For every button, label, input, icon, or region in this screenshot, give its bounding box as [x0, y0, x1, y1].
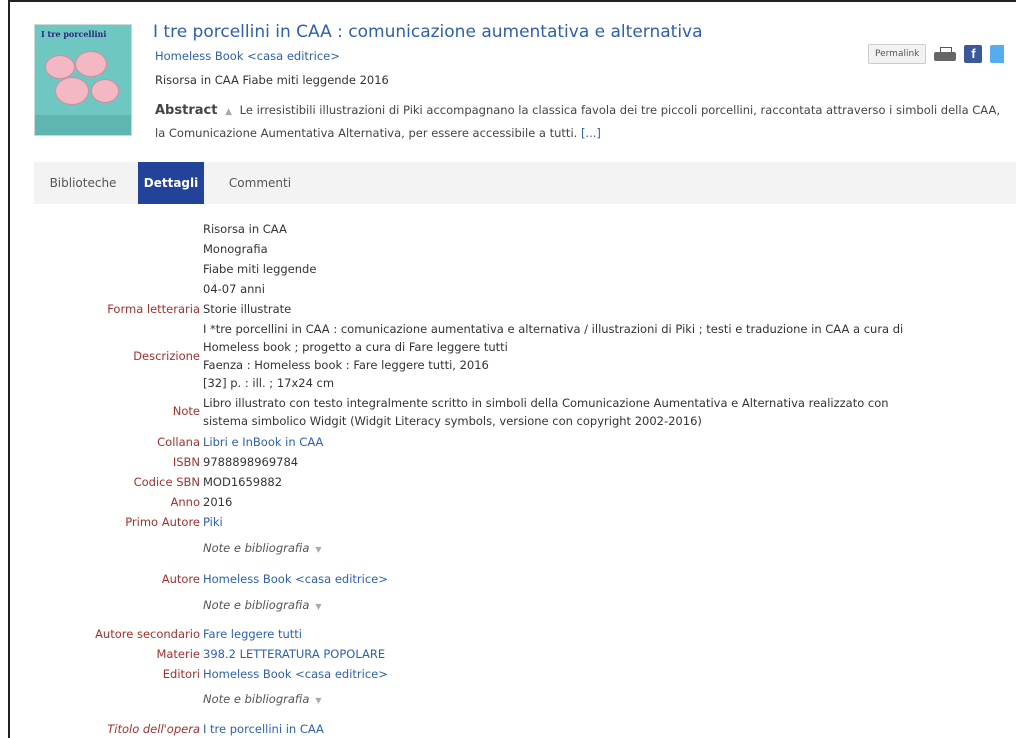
resource-line: Risorsa in CAA Fiabe miti leggende 2016 — [155, 73, 389, 87]
note-bibliografia-toggle[interactable]: Note e bibliografia ▼ — [203, 691, 322, 709]
window-frame-left — [8, 0, 10, 738]
note-line: sistema simbolico Widgit (Widgit Literac… — [203, 414, 702, 428]
field-label: Editori — [162, 667, 200, 681]
type-line: Fiabe miti leggende — [203, 262, 317, 276]
share-actions: Permalink f — [868, 44, 1005, 64]
field-label: Descrizione — [133, 349, 200, 363]
descrizione-line: I *tre porcellini in CAA : comunicazione… — [203, 322, 904, 336]
cover-title: I tre porcellini — [41, 29, 107, 39]
chevron-down-icon: ▼ — [315, 696, 322, 705]
codice-sbn-value: MOD1659882 — [203, 475, 283, 489]
pig-illustration — [55, 77, 89, 105]
field-label: Titolo dell'opera — [107, 722, 200, 736]
autore-link[interactable]: Homeless Book <casa editrice> — [203, 571, 388, 587]
titolo-opera-link[interactable]: I tre porcellini in CAA — [203, 721, 324, 737]
collana-link[interactable]: Libri e InBook in CAA — [203, 434, 323, 450]
pig-illustration — [45, 55, 75, 79]
tab-dettagli[interactable]: Dettagli — [138, 162, 204, 204]
field-label: Autore — [161, 572, 200, 586]
field-label: Anno — [170, 495, 200, 509]
field-label: Collana — [157, 435, 200, 449]
note-bibliografia-label: Note e bibliografia — [203, 692, 310, 706]
window-frame-top — [8, 0, 1016, 2]
publisher-link[interactable]: Homeless Book <casa editrice> — [155, 49, 340, 63]
abstract-more-link[interactable]: [...] — [581, 126, 601, 140]
abstract-block: Abstract ▲ Le irresistibili illustrazion… — [155, 100, 1011, 144]
note-bibliografia-label: Note e bibliografia — [203, 598, 310, 612]
materie-link[interactable]: 398.2 LETTERATURA POPOLARE — [203, 646, 385, 662]
cover-footer — [35, 115, 131, 135]
type-line: Monografia — [203, 242, 268, 256]
type-line: 04-07 anni — [203, 282, 265, 296]
permalink-button[interactable]: Permalink — [868, 44, 927, 64]
field-label: ISBN — [172, 455, 200, 469]
field-label: Primo Autore — [125, 515, 200, 529]
descrizione-line: [32] p. : ill. ; 17x24 cm — [203, 376, 335, 390]
abstract-toggle-icon[interactable]: ▲ — [225, 107, 232, 117]
pig-illustration — [91, 79, 119, 103]
chevron-down-icon: ▼ — [315, 602, 322, 611]
note-line: Libro illustrato con testo integralmente… — [203, 396, 889, 410]
primo-autore-link[interactable]: Piki — [203, 514, 223, 530]
field-label: Codice SBN — [133, 475, 200, 489]
tab-biblioteche[interactable]: Biblioteche — [34, 162, 132, 204]
print-icon[interactable] — [934, 45, 957, 63]
field-label: Autore secondario — [95, 627, 200, 641]
field-label: Forma letteraria — [107, 302, 200, 316]
note-bibliografia-label: Note e bibliografia — [203, 541, 310, 555]
anno-value: 2016 — [203, 495, 233, 509]
chevron-down-icon: ▼ — [315, 545, 322, 554]
abstract-label: Abstract — [155, 103, 218, 118]
autore-secondario-link[interactable]: Fare leggere tutti — [203, 626, 302, 642]
descrizione-line: Homeless book ; progetto a cura di Fare … — [203, 340, 508, 354]
record-title[interactable]: I tre porcellini in CAA : comunicazione … — [153, 22, 703, 42]
tab-bar: Biblioteche Dettagli Commenti — [34, 162, 1016, 204]
descrizione-line: Faenza : Homeless book : Fare leggere tu… — [203, 358, 489, 372]
note-bibliografia-toggle[interactable]: Note e bibliografia ▼ — [203, 597, 322, 615]
editori-link[interactable]: Homeless Book <casa editrice> — [203, 666, 388, 682]
pig-illustration — [75, 51, 107, 77]
forma-letteraria-value: Storie illustrate — [203, 302, 292, 316]
field-label: Note — [172, 404, 200, 418]
abstract-text: Le irresistibili illustrazioni di Piki a… — [155, 103, 1001, 140]
note-bibliografia-toggle[interactable]: Note e bibliografia ▼ — [203, 540, 322, 558]
twitter-icon[interactable] — [990, 45, 1005, 63]
isbn-value: 9788898969784 — [203, 455, 299, 469]
tab-commenti[interactable]: Commenti — [214, 162, 306, 204]
type-line: Risorsa in CAA — [203, 222, 287, 236]
field-label: Materie — [156, 647, 200, 661]
facebook-icon[interactable]: f — [964, 45, 983, 63]
book-cover-image[interactable]: I tre porcellini — [34, 24, 132, 136]
